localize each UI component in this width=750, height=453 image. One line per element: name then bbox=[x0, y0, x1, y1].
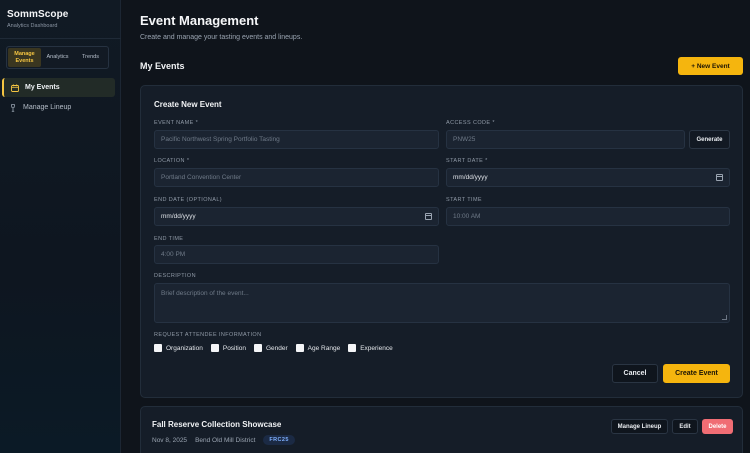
checkbox-age-range[interactable]: Age Range bbox=[295, 344, 341, 352]
edit-button[interactable]: Edit bbox=[672, 419, 698, 434]
new-event-button[interactable]: + New Event bbox=[678, 57, 743, 75]
description-label: Description bbox=[154, 273, 196, 279]
start-time-label: Start Time bbox=[446, 197, 482, 203]
end-date-label: End Date (Optional) bbox=[154, 197, 223, 203]
view-switcher: Manage Events Analytics Trends bbox=[6, 46, 109, 69]
delete-button[interactable]: Delete bbox=[702, 419, 733, 434]
checkbox-label: Age Range bbox=[307, 344, 341, 352]
end-time-label: End Time bbox=[154, 236, 184, 242]
brand: SommScope Analytics Dashboard bbox=[7, 9, 68, 29]
checkbox-box[interactable] bbox=[348, 344, 357, 352]
resize-handle-icon[interactable] bbox=[722, 315, 727, 320]
start-time-placeholder: 10:00 AM bbox=[453, 213, 481, 220]
calendar-icon[interactable] bbox=[716, 174, 723, 181]
end-date-value: mm/dd/yyyy bbox=[161, 213, 196, 220]
event-location: Bend Old Mill District bbox=[195, 436, 256, 444]
end-date-input[interactable]: mm/dd/yyyy bbox=[154, 207, 439, 226]
checkbox-box[interactable] bbox=[253, 344, 262, 352]
event-code-badge: FRC25 bbox=[263, 435, 295, 445]
checkbox-box[interactable] bbox=[295, 344, 304, 352]
sidebar: SommScope Analytics Dashboard Manage Eve… bbox=[0, 0, 121, 453]
checkbox-box[interactable] bbox=[154, 344, 162, 352]
event-card: Fall Reserve Collection Showcase Nov 8, … bbox=[140, 406, 743, 453]
event-title: Fall Reserve Collection Showcase bbox=[152, 420, 282, 429]
checkbox-label: Organization bbox=[166, 344, 203, 352]
sidebar-item-label: Manage Lineup bbox=[23, 104, 72, 111]
checkbox-gender[interactable]: Gender bbox=[253, 344, 288, 352]
form-title: Create New Event bbox=[154, 100, 222, 109]
checkbox-label: Experience bbox=[360, 344, 393, 352]
checkbox-label: Gender bbox=[265, 344, 288, 352]
start-date-label: Start Date * bbox=[446, 158, 488, 164]
checkbox-experience[interactable]: Experience bbox=[348, 344, 393, 352]
main-content: Event Management Create and manage your … bbox=[122, 0, 750, 453]
segment-trends[interactable]: Trends bbox=[74, 48, 107, 67]
brand-title: SommScope bbox=[7, 9, 69, 20]
cancel-button[interactable]: Cancel bbox=[612, 364, 658, 383]
sidebar-divider bbox=[0, 38, 121, 39]
description-placeholder: Brief description of the event... bbox=[161, 290, 249, 297]
segment-analytics[interactable]: Analytics bbox=[41, 48, 74, 67]
end-time-placeholder: 4:00 PM bbox=[161, 251, 186, 258]
access-code-input[interactable]: PNW25 bbox=[446, 130, 685, 149]
create-event-button[interactable]: Create Event bbox=[663, 364, 730, 383]
event-name-placeholder: Pacific Northwest Spring Portfolio Tasti… bbox=[161, 136, 280, 143]
page-title: Event Management bbox=[140, 13, 259, 28]
segment-manage-events[interactable]: Manage Events bbox=[8, 48, 41, 67]
calendar-icon[interactable] bbox=[425, 213, 432, 220]
manage-lineup-button[interactable]: Manage Lineup bbox=[611, 419, 668, 434]
checkbox-label: Position bbox=[222, 344, 246, 352]
event-date: Nov 8, 2025 bbox=[152, 436, 188, 444]
event-name-input[interactable]: Pacific Northwest Spring Portfolio Tasti… bbox=[154, 130, 439, 149]
sidebar-item-label: My Events bbox=[25, 84, 60, 91]
access-code-placeholder: PNW25 bbox=[453, 136, 476, 143]
checkbox-box[interactable] bbox=[210, 344, 219, 352]
attendee-info-label: Request Attendee Information bbox=[154, 332, 262, 338]
page-subtitle: Create and manage your tasting events an… bbox=[140, 34, 303, 41]
calendar-icon bbox=[11, 83, 19, 92]
end-time-input[interactable]: 4:00 PM bbox=[154, 245, 439, 264]
sidebar-item-my-events[interactable]: My Events bbox=[2, 78, 115, 97]
attendee-info-options: Organization Position Gender Age Range E… bbox=[154, 344, 401, 352]
create-event-card: Create New Event Event Name * Pacific No… bbox=[140, 85, 743, 398]
generate-code-button[interactable]: Generate bbox=[689, 130, 730, 149]
wine-glass-icon bbox=[9, 103, 17, 112]
start-date-value: mm/dd/yyyy bbox=[453, 174, 488, 181]
location-input[interactable]: Portland Convention Center bbox=[154, 168, 439, 187]
access-code-label: Access Code * bbox=[446, 120, 495, 126]
section-title-my-events: My Events bbox=[140, 61, 185, 71]
start-date-input[interactable]: mm/dd/yyyy bbox=[446, 168, 730, 187]
location-placeholder: Portland Convention Center bbox=[161, 174, 242, 181]
event-meta: Nov 8, 2025 Bend Old Mill District FRC25 bbox=[152, 435, 303, 445]
checkbox-organization[interactable]: Organization bbox=[154, 344, 203, 352]
location-label: Location * bbox=[154, 158, 190, 164]
start-time-input[interactable]: 10:00 AM bbox=[446, 207, 730, 226]
description-textarea[interactable]: Brief description of the event... bbox=[154, 283, 730, 323]
event-name-label: Event Name * bbox=[154, 120, 199, 126]
brand-subtitle: Analytics Dashboard bbox=[7, 23, 58, 29]
sidebar-item-manage-lineup[interactable]: Manage Lineup bbox=[2, 98, 115, 117]
checkbox-position[interactable]: Position bbox=[210, 344, 246, 352]
